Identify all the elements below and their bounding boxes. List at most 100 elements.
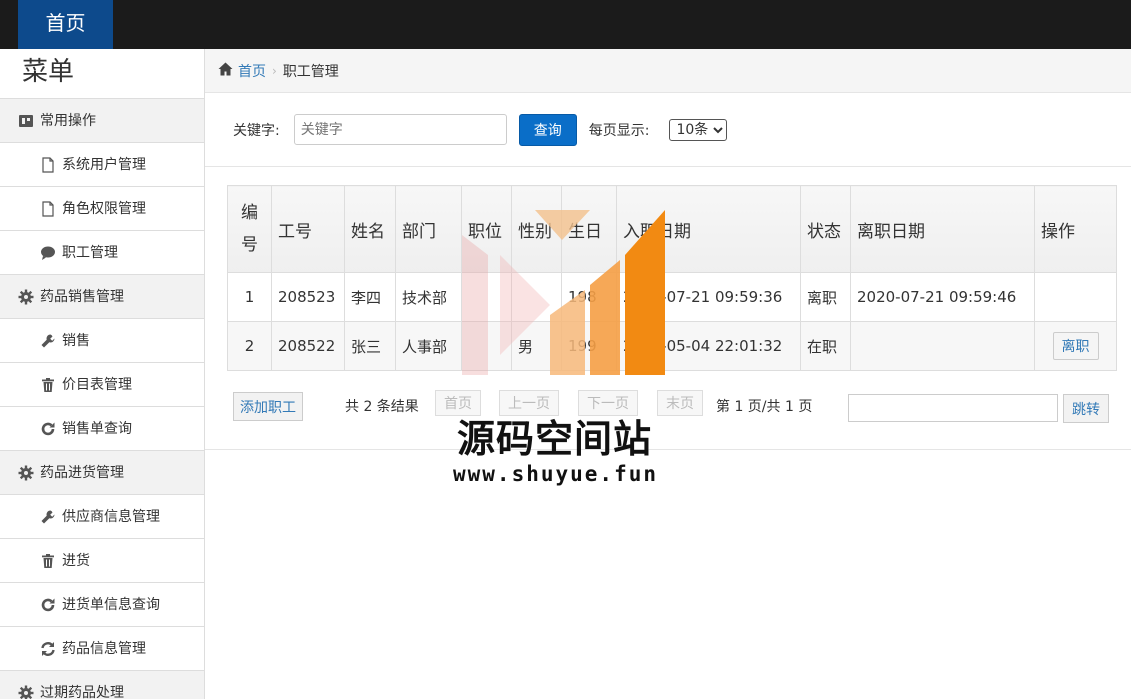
- file-icon: [40, 156, 56, 173]
- jump-page-input[interactable]: [848, 394, 1058, 422]
- home-icon: [218, 62, 233, 80]
- sidebar: 菜单 常用操作 系统用户管理 角色权限管理 职工管理 药品销售管理 销售 价目表…: [0, 49, 205, 699]
- cell-actions: 离职: [1034, 321, 1117, 371]
- add-employee-button[interactable]: 添加职工: [233, 392, 303, 421]
- col-header-emp-no: 工号: [271, 185, 345, 273]
- comment-icon: [40, 245, 56, 261]
- col-header-id: 编号: [227, 185, 272, 273]
- cell-name: 张三: [344, 321, 396, 371]
- employee-table: 编号 工号 姓名 部门 职位 性别 生日 入职日期 状态 离职日期 操作 1 2…: [227, 185, 1117, 371]
- cell-position: [461, 321, 512, 371]
- cell-emp-no: 208522: [271, 321, 345, 371]
- sidebar-item-label: 职工管理: [62, 244, 118, 261]
- query-button[interactable]: 查询: [518, 113, 577, 146]
- cell-leave-date: [850, 321, 1035, 371]
- file-icon: [40, 200, 56, 217]
- cell-status: 在职: [800, 321, 851, 371]
- cell-dept: 人事部: [395, 321, 462, 371]
- sidebar-group-expired[interactable]: 过期药品处理: [0, 671, 204, 699]
- cell-hire-date: 2020-07-21 09:59:36: [616, 272, 801, 322]
- cell-emp-no: 208523: [271, 272, 345, 322]
- refresh-icon: [40, 597, 56, 613]
- refresh-icon: [40, 421, 56, 437]
- sidebar-item-purchase[interactable]: 进货: [0, 539, 204, 583]
- jump-button[interactable]: 跳转: [1063, 394, 1109, 423]
- wrench-icon: [40, 333, 56, 349]
- cell-birthday: 199: [561, 321, 617, 371]
- sidebar-item-employees[interactable]: 职工管理: [0, 231, 204, 275]
- cell-gender: [511, 272, 562, 322]
- table-header-row: 编号 工号 姓名 部门 职位 性别 生日 入职日期 状态 离职日期 操作: [227, 185, 1117, 273]
- menu-title: 菜单: [0, 49, 204, 99]
- breadcrumb-current: 职工管理: [282, 63, 339, 80]
- cell-leave-date: 2020-07-21 09:59:46: [850, 272, 1035, 322]
- col-header-birthday: 生日: [561, 185, 617, 273]
- page-size-select[interactable]: 10条: [669, 118, 728, 141]
- sidebar-item-purchase-order-query[interactable]: 进货单信息查询: [0, 583, 204, 627]
- sidebar-item-drug-info[interactable]: 药品信息管理: [0, 627, 204, 671]
- pagination-bar: 添加职工 共 2 条结果 首页 上一页 下一页 末页 第 1 页/共 1 页 跳…: [233, 389, 1113, 423]
- cell-actions: [1034, 272, 1117, 322]
- cell-dept: 技术部: [395, 272, 462, 322]
- sidebar-group-sales[interactable]: 药品销售管理: [0, 275, 204, 319]
- table-row: 2 208522 张三 人事部 男 199 2020-05-04 22:01:3…: [227, 321, 1117, 371]
- col-header-actions: 操作: [1034, 185, 1117, 273]
- sidebar-item-label: 销售: [62, 332, 90, 349]
- cell-name: 李四: [344, 272, 396, 322]
- gear-icon: [18, 289, 34, 305]
- col-header-position: 职位: [461, 185, 512, 273]
- col-header-name: 姓名: [344, 185, 396, 273]
- watermark-text: 源码空间站: [457, 417, 653, 461]
- sidebar-group-common[interactable]: 常用操作: [0, 99, 204, 143]
- total-results: 共 2 条结果: [345, 399, 419, 415]
- divider: [205, 449, 1131, 450]
- sidebar-item-role-permissions[interactable]: 角色权限管理: [0, 187, 204, 231]
- sidebar-item-label: 药品信息管理: [62, 640, 146, 657]
- breadcrumb-home-link[interactable]: 首页: [238, 61, 266, 81]
- top-navbar: 首页: [0, 0, 1131, 49]
- sidebar-item-sales-order-query[interactable]: 销售单查询: [0, 407, 204, 451]
- page-size-label: 每页显示:: [588, 122, 650, 139]
- main-content: 首页 › 职工管理 关键字: 查询 每页显示: 10条 编号 工号 姓名 部门 …: [205, 49, 1131, 699]
- watermark-url: www.shuyue.fun: [453, 462, 659, 486]
- col-header-status: 状态: [800, 185, 851, 273]
- sidebar-group-purchasing[interactable]: 药品进货管理: [0, 451, 204, 495]
- sync-icon: [40, 641, 56, 657]
- cell-status: 离职: [800, 272, 851, 322]
- gear-icon: [18, 685, 34, 699]
- sidebar-group-label: 过期药品处理: [40, 684, 124, 699]
- sidebar-item-suppliers[interactable]: 供应商信息管理: [0, 495, 204, 539]
- page-info: 第 1 页/共 1 页: [716, 399, 813, 415]
- wrench-icon: [40, 509, 56, 525]
- resign-button[interactable]: 离职: [1052, 332, 1099, 360]
- sidebar-item-label: 进货单信息查询: [62, 596, 160, 613]
- col-header-gender: 性别: [511, 185, 562, 273]
- cell-id: 2: [227, 321, 272, 371]
- sidebar-item-label: 角色权限管理: [62, 200, 146, 217]
- sidebar-item-label: 价目表管理: [62, 376, 132, 393]
- col-header-leave-date: 离职日期: [850, 185, 1035, 273]
- sidebar-item-label: 进货: [62, 552, 90, 569]
- sidebar-item-label: 销售单查询: [62, 420, 132, 437]
- sidebar-item-sale[interactable]: 销售: [0, 319, 204, 363]
- cell-id: 1: [227, 272, 272, 322]
- cell-gender: 男: [511, 321, 562, 371]
- col-header-dept: 部门: [395, 185, 462, 273]
- trash-icon: [40, 553, 56, 569]
- cell-position: [461, 272, 512, 322]
- brand-home-link[interactable]: 首页: [18, 0, 113, 49]
- cell-hire-date: 2020-05-04 22:01:32: [616, 321, 801, 371]
- trash-icon: [40, 377, 56, 393]
- sidebar-item-price-list[interactable]: 价目表管理: [0, 363, 204, 407]
- breadcrumb-separator: ›: [272, 63, 277, 78]
- sidebar-group-label: 药品进货管理: [40, 464, 124, 481]
- sidebar-item-label: 系统用户管理: [62, 156, 146, 173]
- dashboard-icon: [18, 113, 34, 129]
- keyword-input[interactable]: [293, 114, 507, 145]
- keyword-label: 关键字:: [233, 122, 280, 139]
- gear-icon: [18, 465, 34, 481]
- last-page-button[interactable]: 末页: [657, 390, 703, 416]
- sidebar-group-label: 药品销售管理: [40, 288, 124, 305]
- sidebar-item-system-users[interactable]: 系统用户管理: [0, 143, 204, 187]
- col-header-hire-date: 入职日期: [616, 185, 801, 273]
